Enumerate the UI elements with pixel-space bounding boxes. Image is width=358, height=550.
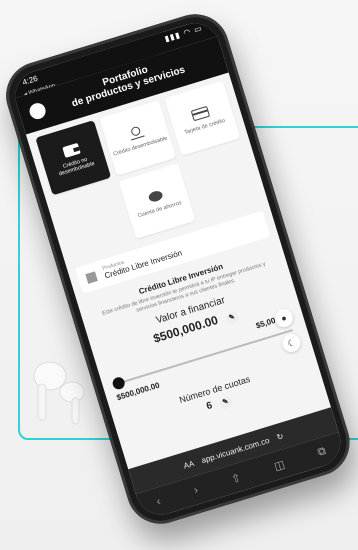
money-hand-icon xyxy=(130,126,145,141)
product-square-icon xyxy=(85,270,98,284)
product-card-cuenta-ahorros[interactable]: Cuenta de ahorros xyxy=(118,163,196,239)
edit-pencil-icon[interactable]: ✎ xyxy=(218,395,234,411)
slider-knob[interactable] xyxy=(111,375,127,391)
back-button[interactable] xyxy=(27,101,48,122)
bookmarks-icon[interactable]: ◫ xyxy=(272,457,286,473)
phone-wrap: 4:26 ▮▮▮ ◠ ▭ ◂ WhatsApp Portafolio de pr… xyxy=(0,3,358,550)
product-card-credito-no-desembolsable[interactable]: Crédito no desembolsable xyxy=(35,119,112,196)
reload-icon[interactable]: ↻ xyxy=(275,431,284,442)
product-card-label: Crédito no desembolsable xyxy=(58,156,96,178)
product-card-empty xyxy=(55,183,131,258)
back-arrow-icon[interactable]: ‹ xyxy=(155,495,162,508)
photo-scene: 4:26 ▮▮▮ ◠ ▭ ◂ WhatsApp Portafolio de pr… xyxy=(0,0,358,550)
product-card-tarjeta-credito[interactable]: Tarjeta de crédito xyxy=(164,80,241,156)
share-icon[interactable]: ⇧ xyxy=(230,471,242,485)
cuotas-value: 6 xyxy=(205,400,214,413)
edit-pencil-icon[interactable]: ✎ xyxy=(224,310,240,326)
reader-aa-button[interactable]: AA xyxy=(182,458,195,470)
product-card-credito-desembolsable[interactable]: Crédito desembolsable xyxy=(99,100,176,176)
wallet-icon xyxy=(62,143,80,158)
smartphone: 4:26 ▮▮▮ ◠ ▭ ◂ WhatsApp Portafolio de pr… xyxy=(0,5,358,533)
tabs-icon[interactable]: ⧉ xyxy=(316,444,327,459)
credit-card-icon xyxy=(191,106,210,121)
piggy-bank-icon xyxy=(148,191,163,202)
product-card-label: Cuenta de ahorros xyxy=(137,200,183,220)
phone-screen: 4:26 ▮▮▮ ◠ ▭ ◂ WhatsApp Portafolio de pr… xyxy=(8,17,347,521)
forward-arrow-icon[interactable]: › xyxy=(192,484,199,497)
product-card-label: Tarjeta de crédito xyxy=(183,117,226,136)
